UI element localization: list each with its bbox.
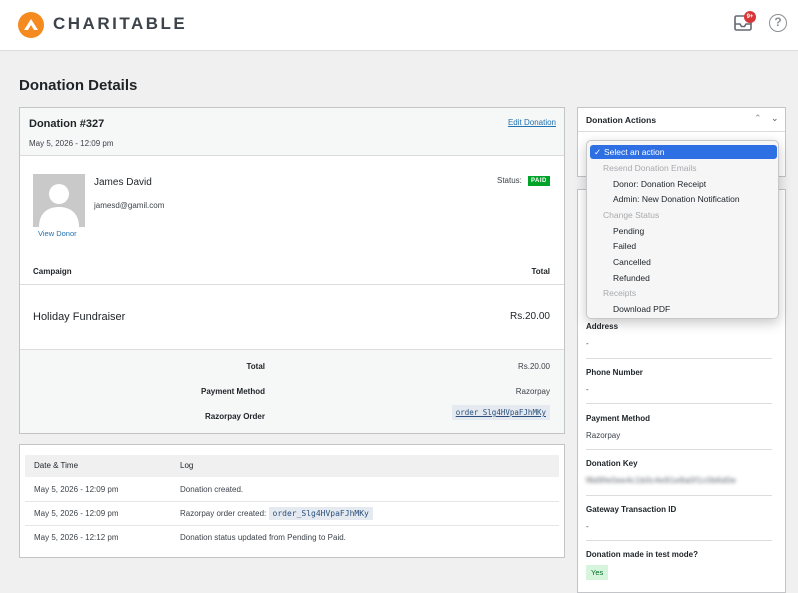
summary-total-label: Total (246, 362, 265, 371)
divider (20, 284, 564, 285)
donation-title: Donation #327 (29, 118, 105, 130)
edit-donation-link[interactable]: Edit Donation (508, 118, 556, 127)
option-group-receipts: Receipts (603, 288, 637, 298)
select-placeholder-label: Select an action (604, 147, 665, 157)
option-refunded[interactable]: Refunded (590, 271, 777, 285)
log-date-header: Date & Time (34, 461, 79, 470)
gateway-transaction-value: - (586, 522, 589, 531)
razorpay-order-code[interactable]: order_Slg4HVpaFJhMKy (451, 405, 550, 420)
log-text: Donation status updated from Pending to … (180, 533, 346, 542)
payment-method-value: Razorpay (515, 387, 550, 396)
divider (586, 449, 772, 450)
donor-email: jamesd@gamil.com (94, 201, 165, 210)
charitable-logo-icon (18, 12, 44, 38)
campaign-total: Rs.20.00 (509, 311, 550, 322)
help-icon[interactable]: ? (769, 14, 787, 32)
option-download-pdf[interactable]: Download PDF (590, 302, 777, 316)
donation-key-field: Donation Key f8d9fe0ee4c1b0c4e91e8a0f1c0… (586, 459, 772, 485)
option-group-resend-emails: Resend Donation Emails (603, 163, 697, 173)
chevron-down-icon[interactable]: ⌄ (771, 113, 779, 124)
donor-avatar (33, 174, 85, 227)
log-text-header: Log (180, 461, 194, 470)
donation-card-header: Donation #327 May 5, 2026 - 12:09 pm Edi… (20, 108, 564, 156)
log-row: May 5, 2026 - 12:12 pm Donation status u… (25, 526, 559, 550)
test-mode-badge: Yes (586, 565, 609, 580)
option-admin-notification[interactable]: Admin: New Donation Notification (590, 192, 777, 206)
view-donor-link[interactable]: View Donor (38, 229, 77, 238)
address-label: Address (586, 322, 619, 331)
donation-date: May 5, 2026 - 12:09 pm (29, 139, 114, 148)
log-text: Razorpay order created: order_Slg4HVpaFJ… (180, 507, 373, 520)
log-row: May 5, 2026 - 12:09 pm Donation created. (25, 478, 559, 502)
gateway-transaction-label: Gateway Transaction ID (586, 505, 677, 514)
page-title: Donation Details (19, 77, 138, 94)
divider (586, 358, 772, 359)
donation-summary: Total Rs.20.00 Payment Method Razorpay R… (20, 349, 564, 433)
option-failed[interactable]: Failed (590, 239, 777, 253)
option-cancelled[interactable]: Cancelled (590, 255, 777, 269)
log-text: Donation created. (180, 485, 244, 494)
total-column-header: Total (531, 267, 550, 276)
divider (586, 403, 772, 404)
log-order-code: order_Slg4HVpaFJhMKy (268, 507, 373, 520)
phone-label: Phone Number (586, 368, 643, 377)
donor-name: James David (94, 177, 152, 188)
user-silhouette-icon (39, 184, 79, 227)
option-pending[interactable]: Pending (590, 224, 777, 238)
address-value: - (586, 339, 589, 348)
phone-value: - (586, 385, 589, 394)
log-date: May 5, 2026 - 12:12 pm (34, 533, 119, 542)
gateway-transaction-field: Gateway Transaction ID - (586, 505, 772, 531)
donation-key-value: f8d9fe0ee4c1b0c4e91e8a0f1c0b6d0e (586, 476, 737, 485)
select-option-placeholder[interactable]: ✓ Select an action (590, 145, 777, 159)
action-select-dropdown[interactable]: ✓ Select an action Resend Donation Email… (586, 140, 779, 319)
notification-badge: 9+ (744, 11, 756, 23)
log-text-message: Razorpay order created: (180, 509, 267, 518)
donation-log-card: Date & Time Log May 5, 2026 - 12:09 pm D… (19, 444, 565, 558)
phone-field: Phone Number - (586, 368, 772, 394)
payment-method-label: Payment Method (200, 387, 265, 396)
donation-actions-header: Donation Actions ⌃ ⌄ (578, 108, 785, 132)
brand-name: CHARITABLE (53, 14, 188, 33)
divider (586, 495, 772, 496)
razorpay-order-value[interactable]: order_Slg4HVpaFJhMKy (451, 405, 550, 420)
donation-card: Donation #327 May 5, 2026 - 12:09 pm Edi… (19, 107, 565, 434)
log-date: May 5, 2026 - 12:09 pm (34, 509, 119, 518)
top-bar: CHARITABLE 9+ ? (0, 0, 798, 51)
log-date: May 5, 2026 - 12:09 pm (34, 485, 119, 494)
campaign-column-header: Campaign (33, 267, 72, 276)
chevron-up-icon[interactable]: ⌃ (754, 113, 762, 124)
log-row: May 5, 2026 - 12:09 pm Razorpay order cr… (25, 502, 559, 526)
option-group-change-status: Change Status (603, 210, 660, 220)
option-donor-receipt[interactable]: Donor: Donation Receipt (590, 177, 777, 191)
donation-key-label: Donation Key (586, 459, 638, 468)
log-table-header: Date & Time Log (25, 455, 559, 477)
status-label: Status: (497, 176, 522, 185)
test-mode-label: Donation made in test mode? (586, 550, 699, 559)
payment-method-field: Payment Method Razorpay (586, 414, 772, 440)
test-mode-field: Donation made in test mode? Yes (586, 550, 772, 580)
sidebar-payment-value: Razorpay (586, 431, 621, 440)
address-field: Address - (586, 322, 772, 348)
razorpay-order-label: Razorpay Order (204, 412, 265, 421)
donation-actions-title: Donation Actions (586, 115, 657, 125)
campaign-name: Holiday Fundraiser (33, 311, 126, 323)
checkmark-icon: ✓ (594, 147, 602, 157)
divider (586, 540, 772, 541)
summary-total-value: Rs.20.00 (517, 362, 550, 371)
sidebar-payment-label: Payment Method (586, 414, 651, 423)
status-badge: PAID (528, 176, 550, 186)
